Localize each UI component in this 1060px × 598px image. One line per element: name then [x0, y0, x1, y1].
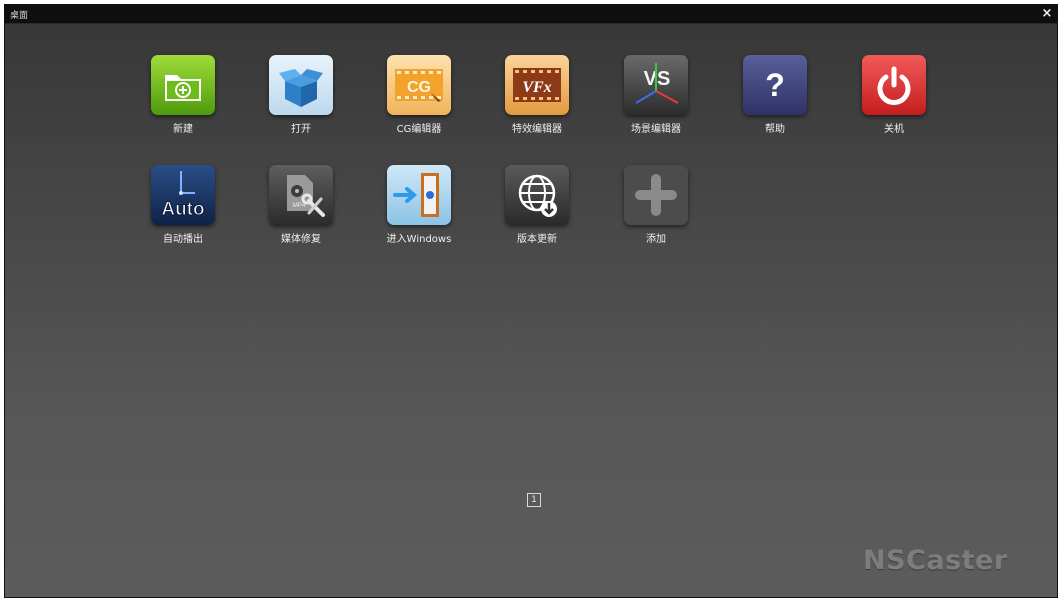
- enter-windows-icon: [387, 165, 451, 225]
- tile-label: 媒体修复: [281, 234, 321, 245]
- auto-play-icon: Auto: [151, 165, 215, 225]
- cg-icon-text: CG: [407, 79, 431, 96]
- page-indicator[interactable]: 1: [527, 493, 541, 507]
- scene-editor-icon: VS: [624, 55, 688, 115]
- vfx-icon-text: VFx: [522, 79, 551, 96]
- tile-label: 新建: [173, 124, 193, 135]
- media-repair-icon: MP4: [269, 165, 333, 225]
- title-bar: 桌面 ×: [5, 5, 1057, 24]
- tile-vfx-editor[interactable]: VFx 特效编辑器: [487, 55, 587, 135]
- add-icon: [624, 165, 688, 225]
- new-folder-icon: [151, 55, 215, 115]
- tile-scene-editor[interactable]: VS 场景编辑器: [606, 55, 706, 135]
- tile-label: 添加: [646, 234, 666, 245]
- tile-media-repair[interactable]: MP4 媒体修复: [251, 165, 351, 245]
- desktop-window: 桌面 × 新建 打开 CG CG编辑器 VFx 特效编辑器 场景编辑器 ? 帮助…: [4, 4, 1058, 598]
- help-icon-text: ?: [765, 67, 785, 103]
- brand-logo: NSCaster: [863, 545, 1008, 576]
- power-icon: [862, 55, 926, 115]
- cg-editor-icon: CG: [387, 55, 451, 115]
- vfx-editor-icon: VFx: [505, 55, 569, 115]
- auto-icon-text: Auto: [161, 199, 204, 220]
- tile-new[interactable]: 新建: [133, 55, 233, 135]
- tile-label: 打开: [291, 124, 311, 135]
- tile-open[interactable]: 打开: [251, 55, 351, 135]
- tile-shutdown[interactable]: 关机: [844, 55, 944, 135]
- tile-auto-play[interactable]: Auto 自动播出: [133, 165, 233, 245]
- tile-enter-windows[interactable]: 进入Windows: [369, 165, 469, 245]
- tile-label: 场景编辑器: [631, 124, 681, 135]
- close-button[interactable]: ×: [1040, 6, 1054, 22]
- tile-label: 进入Windows: [386, 234, 452, 245]
- version-update-icon: [505, 165, 569, 225]
- tile-cg-editor[interactable]: CG CG编辑器: [369, 55, 469, 135]
- window-title: 桌面: [10, 11, 29, 21]
- tile-label: CG编辑器: [396, 124, 442, 135]
- help-icon: ?: [743, 55, 807, 115]
- tile-version-update[interactable]: 版本更新: [487, 165, 587, 245]
- tile-add[interactable]: 添加: [606, 165, 706, 245]
- tile-label: 自动播出: [163, 234, 203, 245]
- mp4-icon-text: MP4: [293, 203, 306, 209]
- tile-help[interactable]: ? 帮助: [725, 55, 825, 135]
- open-box-icon: [269, 55, 333, 115]
- tile-label: 特效编辑器: [512, 124, 562, 135]
- tile-label: 版本更新: [517, 234, 557, 245]
- tile-label: 关机: [884, 124, 904, 135]
- tile-label: 帮助: [765, 124, 785, 135]
